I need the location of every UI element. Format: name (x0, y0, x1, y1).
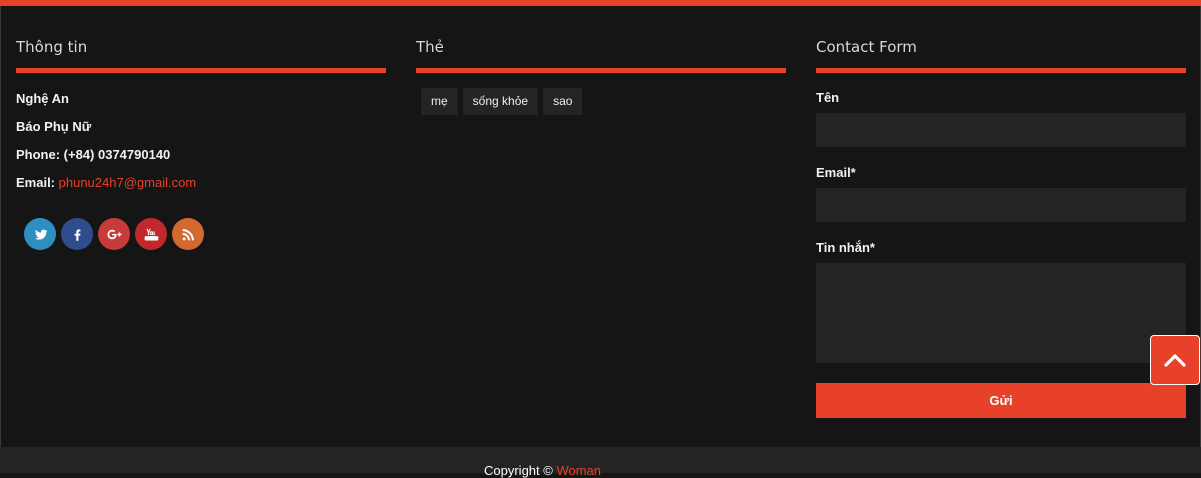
info-email-link[interactable]: phunu24h7@gmail.com (59, 175, 197, 190)
contact-title: Contact Form (816, 38, 917, 56)
google-plus-icon[interactable] (98, 218, 130, 250)
name-field[interactable] (816, 113, 1186, 147)
footer-bar: Copyright © Woman (0, 447, 1201, 478)
twitter-icon[interactable] (24, 218, 56, 250)
message-field[interactable] (816, 263, 1186, 363)
brand-link[interactable]: Woman (556, 463, 601, 478)
message-label: Tin nhắn* (816, 240, 875, 255)
scroll-to-top-button[interactable] (1150, 335, 1200, 385)
email-field[interactable] (816, 188, 1186, 222)
name-label: Tên (816, 90, 840, 105)
facebook-icon[interactable] (61, 218, 93, 250)
info-list: Nghệ An Báo Phụ Nữ Phone: (+84) 03747901… (16, 89, 386, 201)
contact-title-underline (816, 68, 1186, 73)
chevron-up-icon (1164, 354, 1186, 367)
tag-me[interactable]: mẹ (421, 88, 458, 115)
info-column: Thông tin Nghệ An Báo Phụ Nữ Phone: (+84… (16, 36, 386, 250)
tag-list: mẹ sống khỏe sao (421, 88, 786, 115)
tags-title: Thẻ (416, 38, 444, 56)
email-label: Email* (816, 165, 856, 180)
tag-sao[interactable]: sao (543, 88, 583, 115)
copyright-text: Copyright © (484, 463, 553, 478)
submit-button[interactable]: Gửi (816, 383, 1186, 418)
left-border (0, 6, 1, 447)
info-email-label: Email: (16, 175, 56, 190)
info-phone: Phone: (+84) 0374790140 (16, 147, 171, 162)
top-accent-bar (0, 0, 1201, 6)
copyright: Copyright © Woman (484, 463, 601, 478)
tag-song-khoe[interactable]: sống khỏe (462, 88, 539, 115)
youtube-icon[interactable] (135, 218, 167, 250)
info-organization: Báo Phụ Nữ (16, 119, 92, 134)
social-links (24, 218, 386, 250)
rss-icon[interactable] (172, 218, 204, 250)
info-email: Email: phunu24h7@gmail.com (16, 173, 386, 201)
tags-column: Thẻ mẹ sống khỏe sao (416, 36, 786, 115)
contact-column: Contact Form Tên Email* Tin nhắn* Gửi (816, 36, 1186, 418)
info-title-underline (16, 68, 386, 73)
info-title: Thông tin (16, 38, 88, 56)
tags-title-underline (416, 68, 786, 73)
info-address: Nghệ An (16, 91, 69, 106)
